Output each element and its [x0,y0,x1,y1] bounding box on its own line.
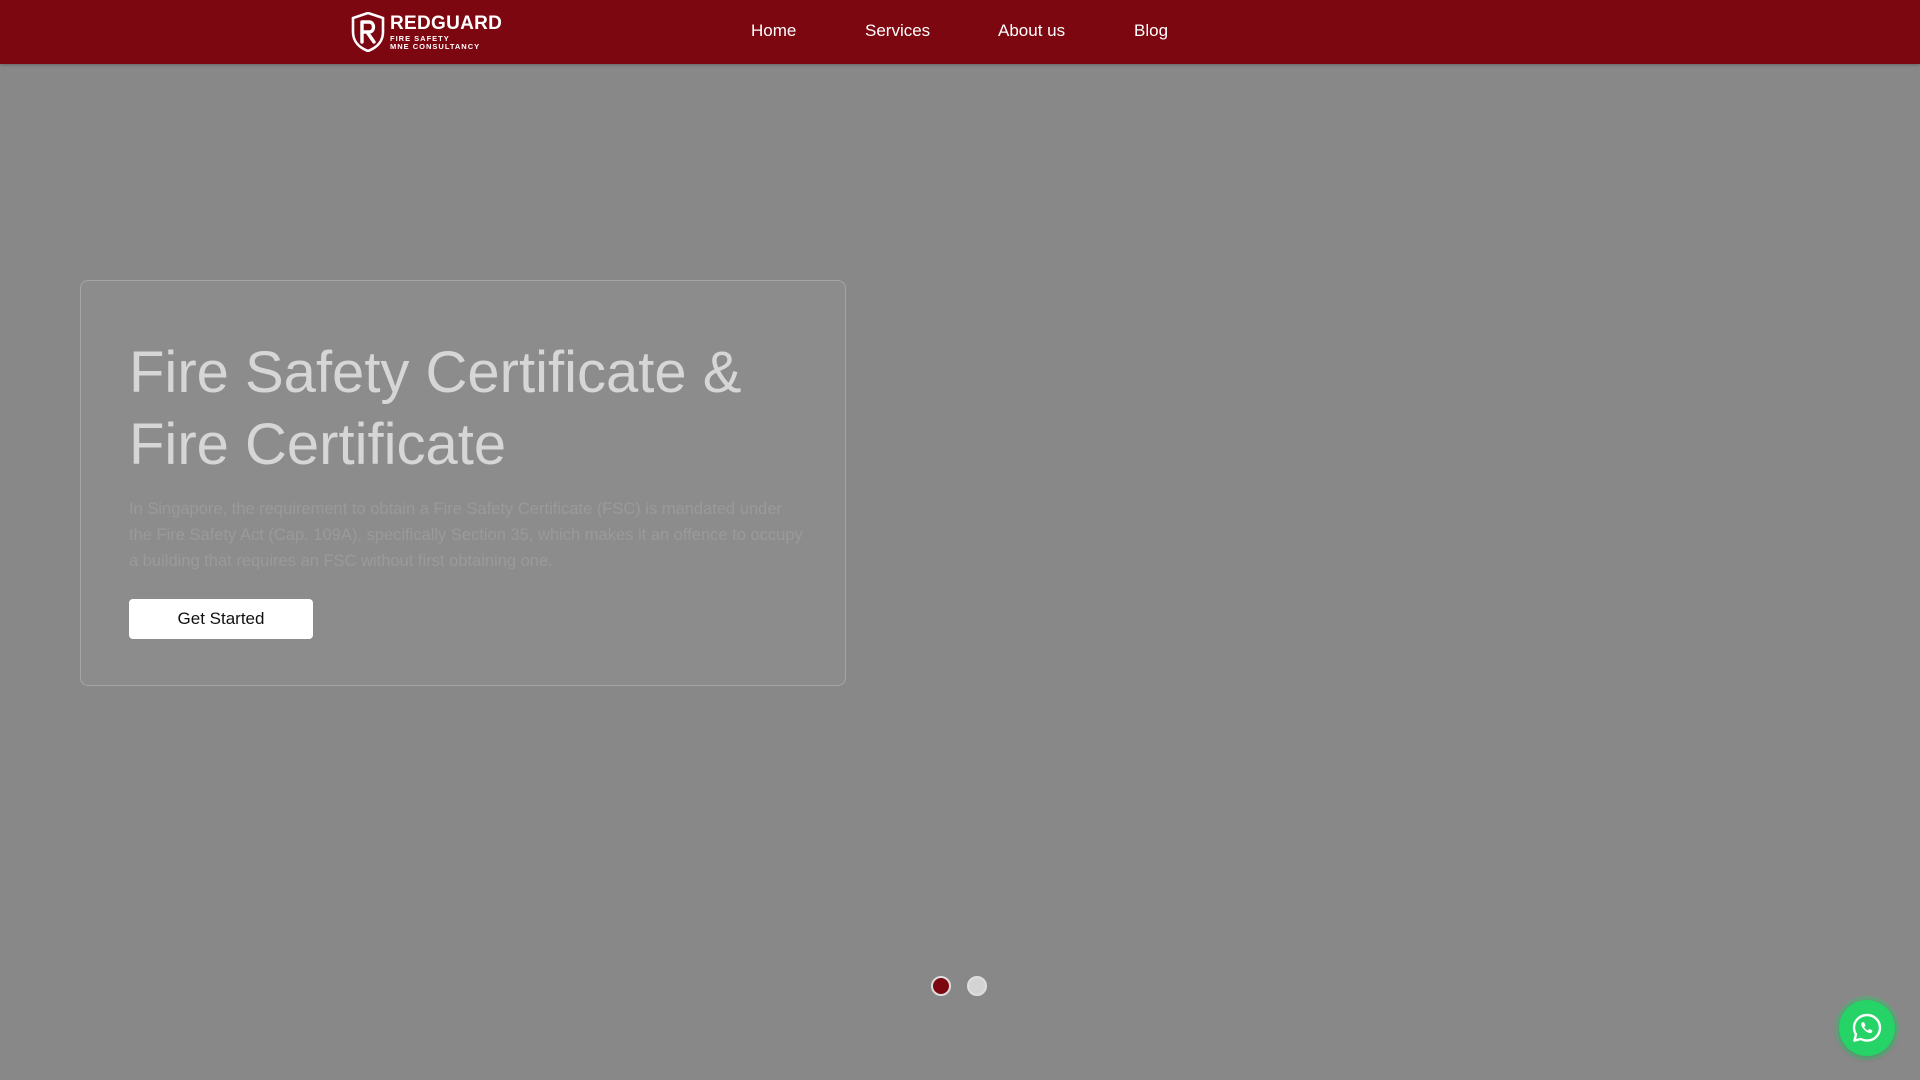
nav-link-home[interactable]: Home [751,0,796,64]
whatsapp-icon [1852,1013,1882,1042]
hero-title: Fire Safety Certificate & Fire Certifica… [129,340,742,477]
top-navbar: REDGUARD FIRE SAFETY MNE CONSULTANCY Hom… [0,0,1920,64]
hero-description: In Singapore, the requirement to obtain … [129,500,803,570]
carousel-dots [931,976,1003,996]
logo-tagline-2: MNE CONSULTANCY [390,42,481,51]
nav-link-services[interactable]: Services [865,0,930,64]
carousel-dot-1[interactable] [931,976,951,996]
nav-link-about-us[interactable]: About us [998,0,1065,64]
hero-card: Fire Safety Certificate & Fire Certifica… [80,280,846,686]
nav-link-blog[interactable]: Blog [1134,0,1168,64]
logo-name: REDGUARD [390,12,503,34]
get-started-button[interactable]: Get Started [129,599,313,639]
shield-r-logo-icon [351,12,385,52]
whatsapp-chat-button[interactable] [1839,1000,1895,1056]
brand-logo-link[interactable]: REDGUARD FIRE SAFETY MNE CONSULTANCY [351,11,502,53]
carousel-dot-2[interactable] [967,976,987,996]
logo-text: REDGUARD FIRE SAFETY MNE CONSULTANCY [390,14,502,51]
logo-tagline-1: FIRE SAFETY [390,33,450,43]
